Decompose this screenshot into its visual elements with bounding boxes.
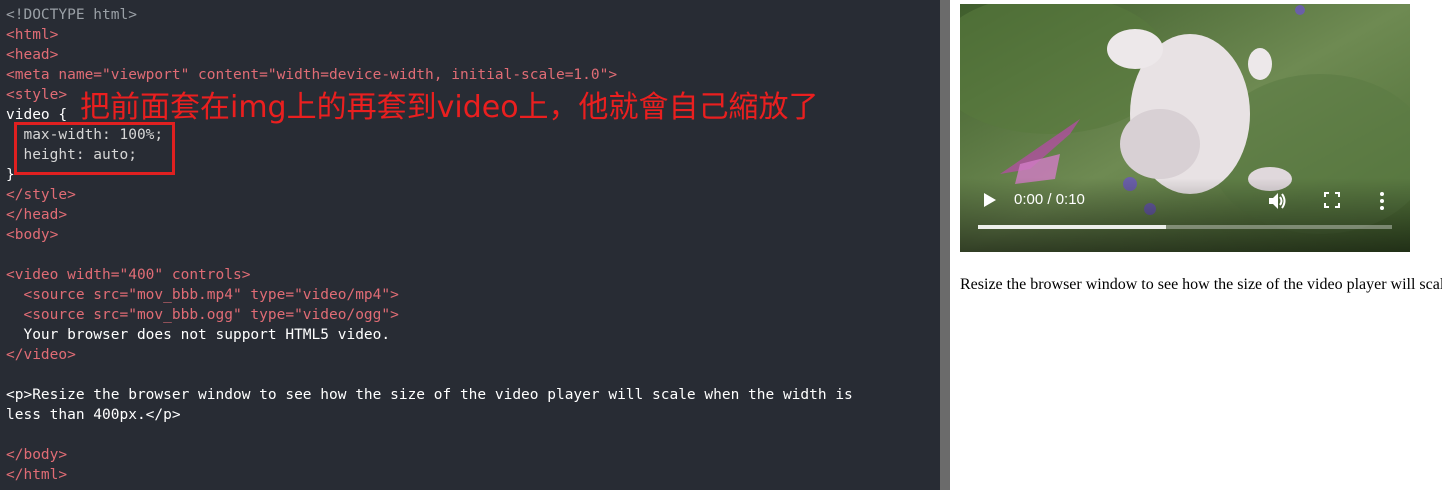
fullscreen-icon[interactable] [1322, 190, 1342, 210]
code-line: <body> [6, 227, 59, 243]
video-player[interactable]: 0:00 / 0:10 [960, 4, 1410, 252]
code-line: <!DOCTYPE html> [6, 7, 137, 23]
code-line: <source src="mov_bbb.ogg" type="video/og… [6, 307, 399, 323]
code-line: <video width="400" controls> [6, 267, 251, 283]
code-line: <source src="mov_bbb.mp4" type="video/mp… [6, 287, 399, 303]
code-line: </style> [6, 187, 76, 203]
pane-divider[interactable] [940, 0, 950, 490]
annotation-text: 把前面套在img上的再套到video上，他就會自己縮放了 [80, 90, 819, 125]
code-line: <meta name="viewport" content="width=dev… [6, 67, 618, 83]
code-line: <p>Resize the browser window to see how … [6, 387, 853, 403]
code-line: <style> [6, 87, 68, 103]
code-line: </body> [6, 447, 68, 463]
code-line: </head> [6, 207, 68, 223]
annotation-highlight-box [14, 122, 175, 175]
more-options-icon[interactable] [1372, 190, 1392, 212]
time-display: 0:00 / 0:10 [1014, 191, 1085, 208]
code-line: </video> [6, 347, 76, 363]
video-controls: 0:00 / 0:10 [960, 178, 1410, 252]
code-line: <head> [6, 47, 59, 63]
code-line: </html> [6, 467, 68, 483]
volume-icon[interactable] [1266, 190, 1288, 212]
preview-pane: 0:00 / 0:10 Resize the browser window to… [950, 0, 1442, 490]
progress-bar[interactable] [978, 225, 1392, 229]
code-editor[interactable]: <!DOCTYPE html> <html> <head> <meta name… [0, 0, 940, 490]
progress-buffered [978, 225, 1167, 229]
code-line: less than 400px.</p> [6, 407, 181, 423]
code-line: <html> [6, 27, 59, 43]
code-line: Your browser does not support HTML5 vide… [6, 327, 391, 343]
play-icon[interactable] [982, 191, 998, 209]
preview-caption: Resize the browser window to see how the… [960, 276, 1442, 293]
